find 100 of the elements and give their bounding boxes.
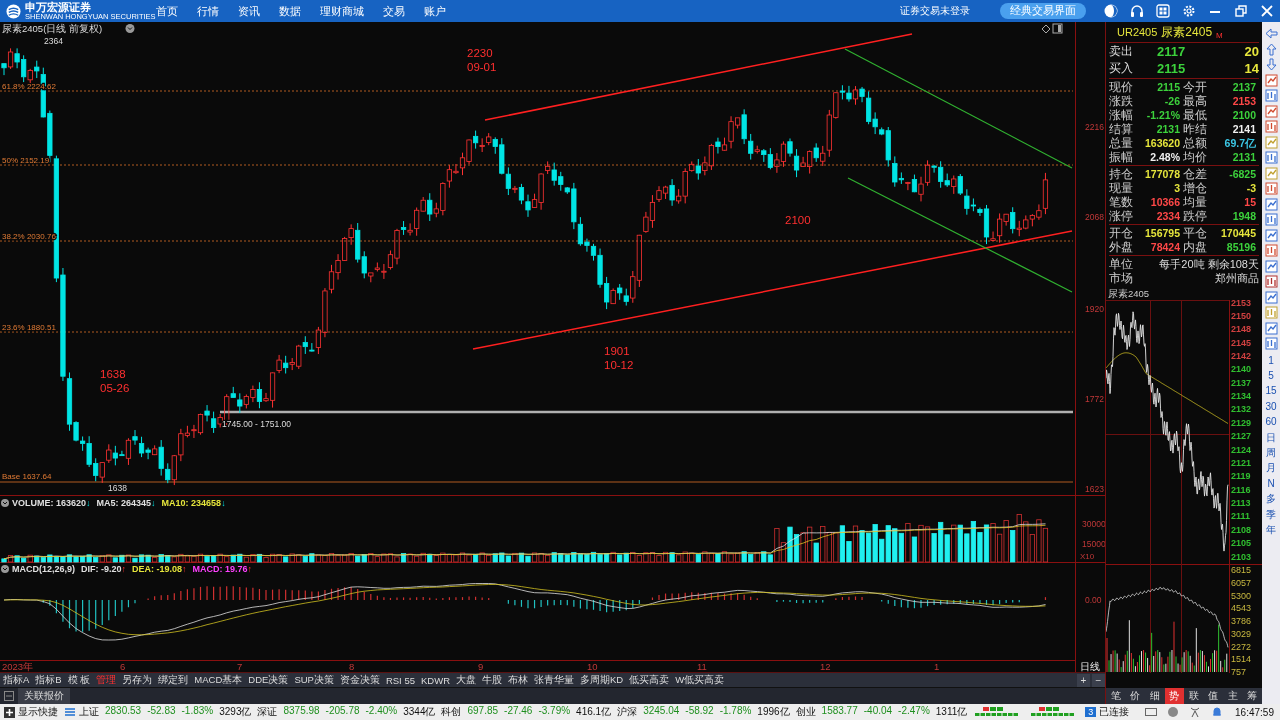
quote-volume: 14 xyxy=(1243,61,1259,76)
quote-value: 2.48% xyxy=(1149,150,1181,164)
quote-label: 现价 xyxy=(1109,80,1134,94)
price-axis-label: 2105 xyxy=(1231,538,1252,549)
volume-unit: X10 xyxy=(1080,552,1095,561)
indicator-tab[interactable]: 多周期KD xyxy=(577,673,627,687)
indicator-tab[interactable]: 绑定到 xyxy=(155,673,192,687)
index-turnover: 3293亿 xyxy=(219,705,252,719)
arrow-glyph: ↑ xyxy=(121,564,127,574)
indicator-tab[interactable]: 模 板 xyxy=(64,673,94,687)
panel-tab[interactable]: 势 xyxy=(1164,688,1184,704)
period-button[interactable]: 30 xyxy=(1265,398,1277,415)
quote-value: 163620 xyxy=(1143,136,1181,150)
linked-quotes-tab[interactable]: 关联报价 xyxy=(18,688,70,704)
period-button[interactable]: 多 xyxy=(1266,491,1276,507)
quote-value: 177078 xyxy=(1143,167,1181,181)
period-button[interactable]: 月 xyxy=(1266,460,1276,476)
volume-axis-label: 15000 xyxy=(1082,539,1105,549)
indicator-tab[interactable]: MACD基本 xyxy=(191,673,246,687)
zoom-button[interactable]: − xyxy=(1092,673,1105,687)
indicator-tab[interactable]: KDWR xyxy=(417,674,453,686)
period-button[interactable]: 1 xyxy=(1268,352,1274,368)
period-button[interactable]: 年 xyxy=(1266,521,1276,538)
indicator-tab[interactable]: 布林 xyxy=(505,673,531,687)
quote-label: 单位 xyxy=(1109,257,1133,271)
panel-tab[interactable]: 筹 xyxy=(1242,688,1262,704)
panel-tab[interactable]: 值 xyxy=(1203,688,1223,704)
price-axis-label: 2150 xyxy=(1231,310,1252,321)
shortcut-label[interactable]: 显示快捷 xyxy=(18,705,58,719)
date-axis-label: 1 xyxy=(934,661,940,672)
quote-value: 每手20吨 剩余108天 xyxy=(1159,257,1259,271)
nav-item[interactable]: 理财商城 xyxy=(320,3,364,19)
price-axis-label: 1920 xyxy=(1085,304,1104,314)
price-axis-label: 1772 xyxy=(1085,394,1104,404)
quote-label: 买入 xyxy=(1109,60,1134,77)
date-axis-label: 11 xyxy=(697,661,707,672)
period-label: 日线 xyxy=(1080,661,1100,672)
panel-tab[interactable]: 笔 xyxy=(1106,688,1126,704)
nav-item[interactable]: 账户 xyxy=(424,3,446,19)
period-button[interactable]: 5 xyxy=(1268,367,1274,384)
index-change: -205.78 xyxy=(325,705,360,718)
period-button[interactable]: 周 xyxy=(1266,444,1276,461)
volume-axis-label: 6815 xyxy=(1231,565,1252,575)
indicator-tab[interactable]: 大盘 xyxy=(453,673,479,687)
quote-label: 涨停 xyxy=(1109,209,1134,223)
indicator-tab[interactable]: 指标B xyxy=(32,673,65,687)
period-button[interactable]: 60 xyxy=(1265,414,1277,430)
period-button[interactable]: 日 xyxy=(1266,429,1276,445)
indicator-tab[interactable]: 指标A xyxy=(0,673,33,687)
date-annotation: 10-12 xyxy=(604,359,634,371)
nav-item[interactable]: 数据 xyxy=(279,3,301,19)
quote-label: 笔数 xyxy=(1109,195,1134,209)
indicator-tab[interactable]: 另存为 xyxy=(119,673,156,687)
price-axis-label: 2134 xyxy=(1231,391,1252,402)
fibonacci-label: 50% 2152.19 xyxy=(2,156,50,165)
index-percent: -1.78% xyxy=(719,705,752,718)
period-button[interactable]: 15 xyxy=(1265,383,1277,399)
quote-label: 跌停 xyxy=(1183,209,1208,223)
quote-value: 2137 xyxy=(1231,80,1257,94)
nav-item[interactable]: 首页 xyxy=(156,3,178,19)
panel-tab[interactable]: 联 xyxy=(1184,688,1204,704)
quote-value: 15 xyxy=(1243,195,1257,209)
nav-item[interactable]: 交易 xyxy=(383,3,405,19)
price-axis-label: 2127 xyxy=(1231,431,1252,442)
indicator-tab[interactable]: 管理 xyxy=(93,673,120,687)
quote-label: 昨结 xyxy=(1183,122,1208,136)
quote-label: 均量 xyxy=(1183,195,1208,209)
login-status: 证券交易未登录 xyxy=(900,4,970,18)
date-axis-label: 12 xyxy=(820,661,831,672)
period-button[interactable]: 季 xyxy=(1266,506,1276,522)
indicator-tab[interactable]: W低买高卖 xyxy=(672,673,728,687)
quote-label: 结算 xyxy=(1109,122,1134,136)
indicator-tab[interactable]: RSI 55 xyxy=(382,674,418,686)
zoom-button[interactable]: + xyxy=(1077,673,1090,687)
index-change: -40.04 xyxy=(863,705,893,718)
indicator-tab[interactable]: 张青华量 xyxy=(531,673,577,687)
indicator-tab[interactable]: 资金决策 xyxy=(336,673,383,687)
quote-label: 涨跌 xyxy=(1109,94,1134,108)
quote-label: 持仓 xyxy=(1109,167,1134,181)
quote-value: 156795 xyxy=(1143,226,1181,240)
arrow-glyph: ↓ xyxy=(221,498,226,508)
date-axis-label: 9 xyxy=(478,661,484,672)
indicator-tab[interactable]: SUP决策 xyxy=(291,673,337,687)
quote-value: -26 xyxy=(1163,94,1181,108)
panel-tab[interactable]: 细 xyxy=(1145,688,1165,704)
nav-item[interactable]: 资讯 xyxy=(238,3,260,19)
quote-value: 郑州商品 xyxy=(1215,271,1259,285)
nav-item[interactable]: 行情 xyxy=(197,3,219,19)
period-button[interactable]: N xyxy=(1267,475,1275,492)
chart-title: 尿素2405(日线 前复权) xyxy=(2,23,103,34)
arrow-glyph: ↓ xyxy=(86,498,91,508)
indicator-tab[interactable]: 低买高卖 xyxy=(626,673,673,687)
indicator-tab[interactable]: 牛股 xyxy=(479,673,505,687)
panel-tab[interactable]: 价 xyxy=(1125,688,1145,704)
quote-label: 总额 xyxy=(1183,136,1208,150)
index-turnover: 1311亿 xyxy=(935,705,968,719)
panel-tab[interactable]: 主 xyxy=(1223,688,1243,704)
price-annotation: 1901 xyxy=(604,345,630,357)
indicator-tab[interactable]: DDE决策 xyxy=(245,673,292,687)
quote-price: 2115 xyxy=(1156,61,1187,76)
